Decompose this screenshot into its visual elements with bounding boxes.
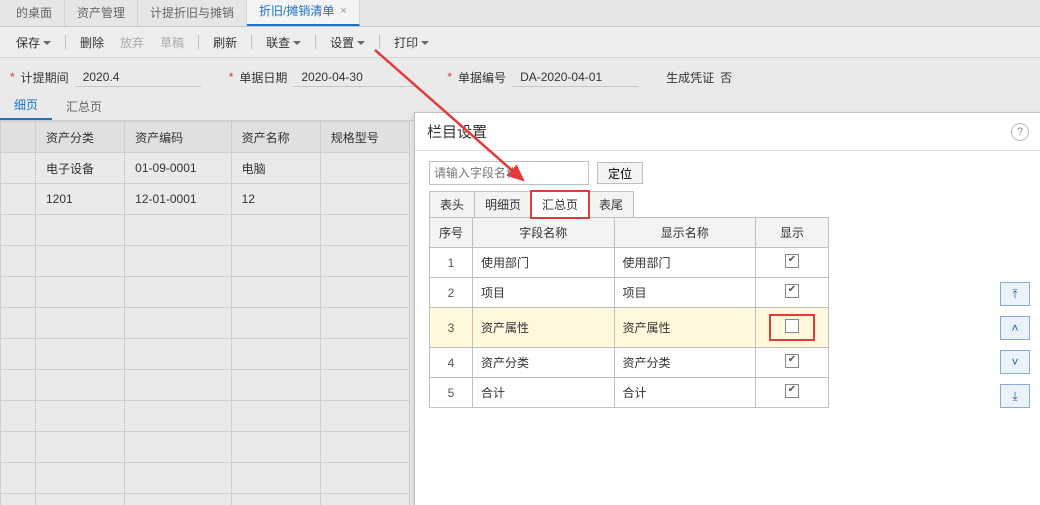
- dialog-title: 栏目设置: [427, 121, 487, 142]
- field-row[interactable]: 3资产属性资产属性: [430, 308, 829, 348]
- top-tab-label: 的桌面: [16, 4, 52, 21]
- print-button[interactable]: 打印: [388, 31, 435, 54]
- field-row[interactable]: 1使用部门使用部门: [430, 248, 829, 278]
- subtab-summary[interactable]: 汇总页: [52, 93, 116, 120]
- field-row[interactable]: 2项目项目: [430, 278, 829, 308]
- reorder-buttons: ⤒ ˄ ˅ ⤓: [1000, 282, 1030, 408]
- top-tab-label: 计提折旧与摊销: [150, 4, 234, 21]
- double-chevron-down-icon: ⤓: [1012, 389, 1017, 404]
- toolbar: 保存 删除 放弃 草稿 刷新 联查 设置 打印: [0, 27, 1040, 58]
- col-header[interactable]: 资产名称: [231, 122, 320, 153]
- top-tab-asset-mgmt[interactable]: 资产管理: [65, 0, 138, 26]
- divider: [315, 35, 316, 49]
- period-value[interactable]: 2020.4: [75, 68, 201, 87]
- col-header[interactable]: 资产编码: [125, 122, 231, 153]
- field-tabs: 表头 明细页 汇总页 表尾: [429, 191, 1027, 218]
- divider: [65, 35, 66, 49]
- chevron-down-icon: [293, 41, 301, 49]
- col-header[interactable]: 资产分类: [36, 122, 125, 153]
- field-tab-summary[interactable]: 汇总页: [531, 191, 589, 218]
- divider: [251, 35, 252, 49]
- field-label: 单据日期: [239, 69, 287, 86]
- move-down-button[interactable]: ˅: [1000, 350, 1030, 374]
- divider: [198, 35, 199, 49]
- required-icon: *: [229, 70, 234, 84]
- move-up-button[interactable]: ˄: [1000, 316, 1030, 340]
- required-icon: *: [10, 70, 15, 84]
- move-bottom-button[interactable]: ⤓: [1000, 384, 1030, 408]
- top-tab-desktop[interactable]: 的桌面: [4, 0, 65, 26]
- chevron-down-icon: [421, 41, 429, 49]
- refresh-button[interactable]: 刷新: [207, 31, 243, 54]
- field-table: 序号 字段名称 显示名称 显示 1使用部门使用部门 2项目项目 3资产属性资产属…: [429, 217, 829, 408]
- top-tab-depreciation-list[interactable]: 折旧/摊销清单 ×: [247, 0, 360, 26]
- close-icon[interactable]: ×: [340, 5, 346, 17]
- field-row[interactable]: 4资产分类资产分类: [430, 348, 829, 378]
- form-row: * 计提期间 2020.4 * 单据日期 2020-04-30 * 单据编号 DA-2020…: [0, 58, 1040, 96]
- col-field: 字段名称: [473, 218, 615, 248]
- col-display: 显示名称: [614, 218, 756, 248]
- save-button[interactable]: 保存: [10, 31, 57, 54]
- date-value[interactable]: 2020-04-30: [293, 68, 419, 87]
- chevron-down-icon: [43, 41, 51, 49]
- chevron-down-icon: ˅: [1011, 355, 1018, 369]
- double-chevron-up-icon: ⤒: [1012, 287, 1017, 302]
- linked-button[interactable]: 联查: [260, 31, 307, 54]
- show-checkbox[interactable]: [785, 319, 799, 333]
- table-row[interactable]: 电子设备01-09-0001电脑: [1, 153, 410, 184]
- field-label: 单据编号: [458, 69, 506, 86]
- divider: [379, 35, 380, 49]
- top-tabs: 的桌面 资产管理 计提折旧与摊销 折旧/摊销清单 ×: [0, 0, 1040, 27]
- locate-button[interactable]: 定位: [597, 162, 643, 184]
- subtab-detail[interactable]: 细页: [0, 91, 52, 120]
- col-idx: 序号: [430, 218, 473, 248]
- field-search-input[interactable]: [429, 161, 589, 185]
- field-label: 生成凭证: [666, 69, 714, 86]
- column-settings-dialog: 栏目设置 ? 定位 表头 明细页 汇总页 表尾 序号 字段名称 显示名称 显示: [414, 112, 1040, 505]
- delete-button[interactable]: 删除: [74, 31, 110, 54]
- settings-button[interactable]: 设置: [324, 31, 371, 54]
- required-icon: *: [447, 70, 452, 84]
- docno-value[interactable]: DA-2020-04-01: [512, 68, 638, 87]
- field-label: 计提期间: [21, 69, 69, 86]
- gen-voucher-value: 否: [720, 69, 732, 86]
- top-tab-depreciation[interactable]: 计提折旧与摊销: [138, 0, 247, 26]
- chevron-down-icon: [357, 41, 365, 49]
- show-checkbox[interactable]: [785, 254, 799, 268]
- help-icon[interactable]: ?: [1011, 123, 1029, 141]
- table-row[interactable]: 120112-01-000112: [1, 184, 410, 215]
- show-checkbox[interactable]: [785, 354, 799, 368]
- top-tab-label: 折旧/摊销清单: [259, 2, 334, 19]
- draft-button[interactable]: 草稿: [154, 31, 190, 54]
- field-tab-tail[interactable]: 表尾: [588, 191, 634, 218]
- top-tab-label: 资产管理: [77, 4, 125, 21]
- discard-button[interactable]: 放弃: [114, 31, 150, 54]
- show-checkbox[interactable]: [785, 384, 799, 398]
- highlight-box: [769, 314, 815, 341]
- move-top-button[interactable]: ⤒: [1000, 282, 1030, 306]
- col-header[interactable]: 规格型号: [320, 122, 409, 153]
- field-tab-detail[interactable]: 明细页: [474, 191, 532, 218]
- col-show: 显示: [756, 218, 829, 248]
- show-checkbox[interactable]: [785, 284, 799, 298]
- chevron-up-icon: ˄: [1011, 321, 1018, 335]
- field-tab-head[interactable]: 表头: [429, 191, 475, 218]
- field-row[interactable]: 5合计合计: [430, 378, 829, 408]
